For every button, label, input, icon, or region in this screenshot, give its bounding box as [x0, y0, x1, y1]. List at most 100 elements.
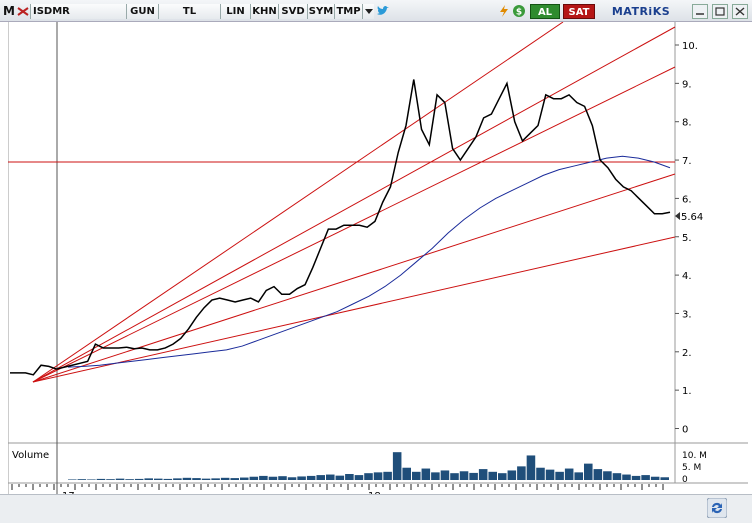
volume-label: Volume — [12, 450, 49, 461]
volume-bar — [631, 475, 641, 480]
volume-bar — [220, 477, 230, 480]
refresh-icon[interactable] — [706, 497, 728, 519]
volume-bar — [326, 474, 335, 480]
volume-bar — [545, 469, 555, 480]
volume-bar — [316, 475, 325, 480]
volume-bar — [249, 476, 259, 480]
price-tick-label: 9. — [682, 79, 692, 90]
dollar-icon[interactable]: $ — [512, 4, 526, 19]
volume-bar — [641, 475, 650, 480]
volume-bar — [478, 469, 488, 480]
volume-bar — [402, 467, 411, 480]
volume-bar — [182, 477, 192, 480]
volume-bar — [593, 469, 603, 480]
volume-bar — [431, 472, 440, 480]
volume-bar — [297, 476, 306, 480]
price-tick-label: 8. — [682, 118, 692, 129]
chart-toolbar: M ISDMR GUN TL LIN KHN SVD SYM TMP $ AL … — [0, 0, 752, 22]
volume-bar — [230, 478, 239, 480]
last-price-label: 5.64 — [681, 212, 703, 223]
volume-bar — [650, 476, 660, 480]
volume-bar — [603, 471, 612, 480]
m-menu-button[interactable]: M — [2, 4, 16, 19]
price-tick-label: 10. — [682, 41, 698, 52]
volume-bar — [612, 473, 622, 480]
price-tick-label: 2. — [682, 348, 692, 359]
matriks-logo: MATRiKS — [611, 5, 671, 18]
price-tick-label: 5. — [682, 233, 692, 244]
symbol-field[interactable]: ISDMR — [30, 4, 126, 19]
volume-bar — [287, 477, 297, 480]
buy-button[interactable]: AL — [530, 4, 560, 19]
currency-button[interactable]: TL — [158, 4, 220, 19]
symbol-swap-icon[interactable] — [17, 4, 29, 19]
volume-bar — [421, 468, 431, 480]
volume-bar — [268, 476, 278, 480]
volume-bar — [335, 475, 345, 480]
tmp-button[interactable]: TMP — [334, 4, 362, 19]
volume-bar — [106, 479, 115, 480]
flash-icon[interactable] — [498, 4, 510, 19]
period-button[interactable]: GUN — [126, 4, 158, 19]
volume-bar — [469, 472, 478, 480]
volume-bar — [373, 472, 383, 480]
volume-bar — [584, 463, 593, 480]
volume-bar — [488, 471, 497, 480]
volume-bar — [412, 471, 421, 480]
volume-bar — [574, 472, 583, 480]
restore-icon[interactable] — [712, 4, 728, 19]
volume-bar — [144, 478, 153, 480]
svg-text:$: $ — [516, 8, 522, 18]
volume-bar — [87, 479, 96, 480]
volume-bar — [517, 466, 526, 480]
volume-bar — [115, 478, 125, 480]
close-icon[interactable] — [732, 4, 748, 19]
sell-button[interactable]: SAT — [563, 4, 595, 19]
volume-bar — [392, 452, 402, 480]
volume-bar — [173, 478, 182, 480]
twitter-icon[interactable] — [376, 4, 390, 19]
volume-bar — [354, 475, 364, 480]
volume-bar — [459, 471, 469, 480]
volume-bar — [68, 479, 77, 480]
volume-bar — [163, 478, 173, 480]
volume-bar — [96, 478, 106, 480]
volume-bar — [660, 477, 669, 480]
volume-bar — [622, 474, 631, 480]
sym-button[interactable]: SYM — [307, 4, 334, 19]
volume-bar — [154, 478, 163, 480]
volume-bar — [259, 475, 268, 480]
svd-button[interactable]: SVD — [278, 4, 307, 19]
dropdown-icon[interactable] — [362, 4, 374, 19]
price-tick-label: 0 — [682, 425, 688, 436]
chart-frame: 0 1. 2. 3. 4. 5. 6. 7. 8. 9. 10. 5.64 Volume 10. M… — [7, 21, 748, 517]
price-tick-label: 1. — [682, 386, 692, 397]
volume-bar — [364, 473, 373, 480]
minimize-icon[interactable] — [692, 4, 708, 19]
scale-button[interactable]: LIN — [220, 4, 250, 19]
volume-bar — [440, 470, 450, 480]
volume-bar — [134, 478, 144, 480]
volume-tick-0: 0 — [682, 475, 688, 485]
volume-bar — [77, 479, 87, 480]
volume-bar — [526, 455, 536, 480]
volume-bar — [278, 476, 287, 480]
volume-tick-10m: 10. M — [682, 451, 707, 461]
volume-tick-5m: 5. M — [682, 463, 701, 473]
price-chart[interactable]: 0 1. 2. 3. 4. 5. 6. 7. 8. 9. 10. 5.64 Volume 10. M… — [7, 21, 748, 502]
volume-bar — [125, 479, 134, 480]
volume-bar — [201, 478, 211, 480]
price-tick-label: 3. — [682, 309, 692, 320]
status-bar — [0, 494, 752, 523]
volume-bar — [383, 471, 392, 480]
khn-button[interactable]: KHN — [250, 4, 278, 19]
volume-bar — [240, 477, 249, 480]
price-tick-label: 4. — [682, 271, 692, 282]
volume-bar — [450, 473, 459, 480]
volume-bar — [564, 468, 574, 480]
volume-bar — [192, 478, 201, 480]
price-tick-label: 6. — [682, 194, 692, 205]
volume-bar — [555, 471, 564, 480]
price-tick-label: 7. — [682, 156, 692, 167]
volume-bar — [498, 473, 507, 480]
